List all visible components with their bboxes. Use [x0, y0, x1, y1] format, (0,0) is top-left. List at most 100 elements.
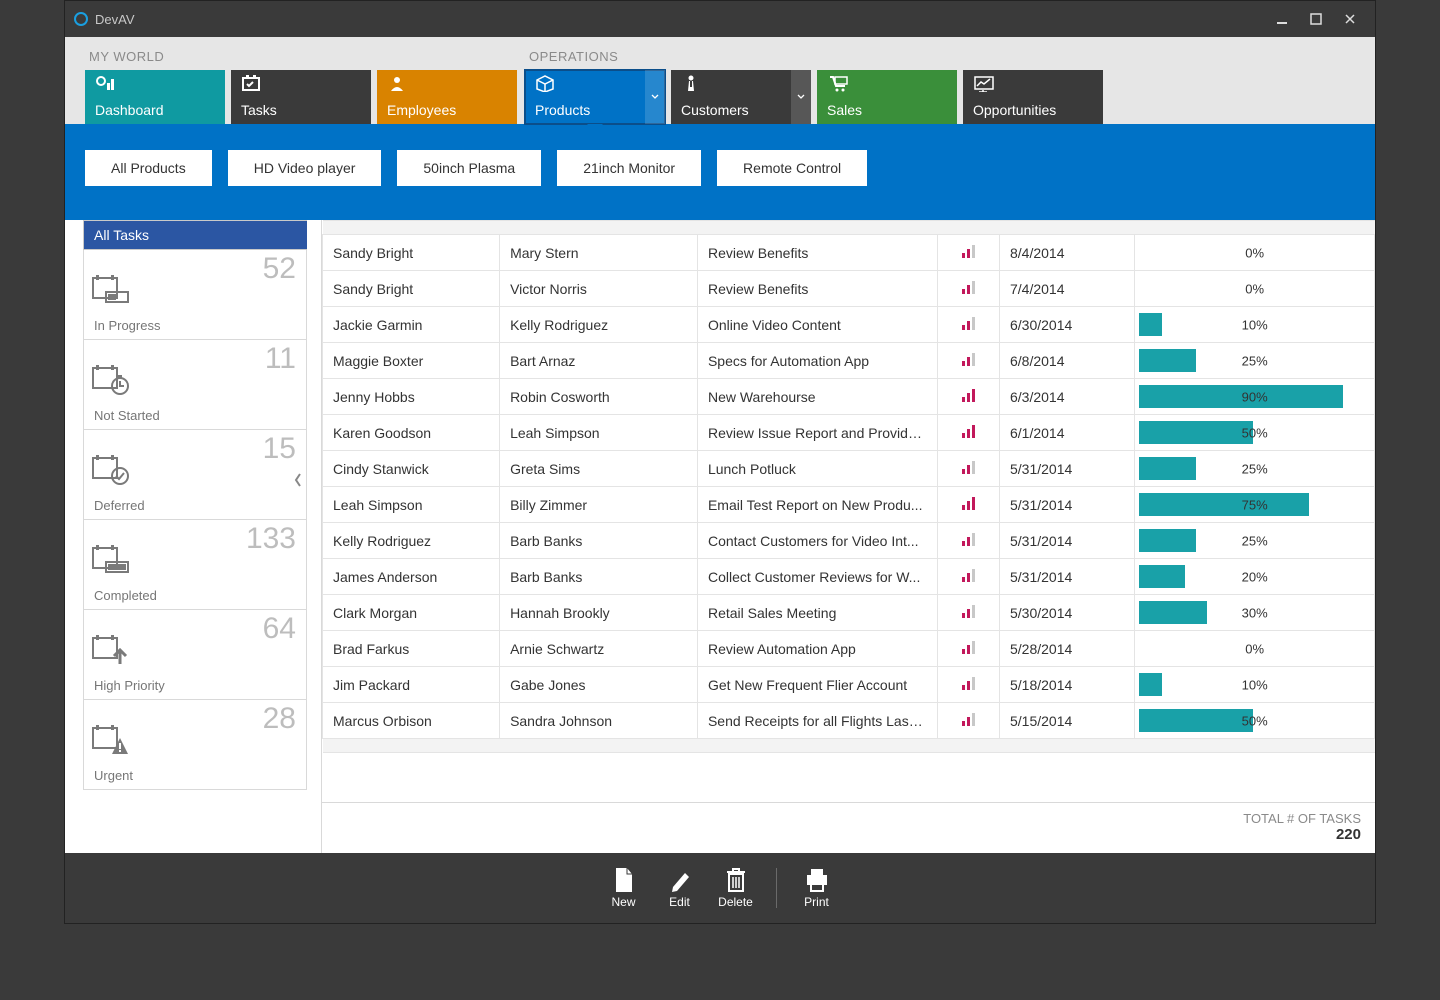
table-row[interactable]: James AndersonBarb BanksCollect Customer…	[323, 559, 1375, 595]
calendar-warning-icon	[92, 724, 130, 761]
bottombar-label: New	[611, 895, 635, 909]
cell-progress: 90%	[1135, 379, 1375, 415]
filter-hd-video-player[interactable]: HD Video player	[228, 150, 382, 186]
nav-tile-products[interactable]: Products	[525, 70, 665, 124]
print-button[interactable]: Print	[795, 867, 839, 909]
table-row[interactable]: Sandy BrightVictor NorrisReview Benefits…	[323, 271, 1375, 307]
table-row[interactable]: Clark MorganHannah BrooklyRetail Sales M…	[323, 595, 1375, 631]
nav-tile-opportunities[interactable]: Opportunities	[963, 70, 1103, 124]
stat-card-high-priority[interactable]: 64 High Priority	[83, 610, 307, 700]
cell-priority	[937, 235, 999, 271]
table-row[interactable]: Brad FarkusArnie SchwartzReview Automati…	[323, 631, 1375, 667]
stat-card-completed[interactable]: 133 Completed	[83, 520, 307, 610]
cell-assigned: Clark Morgan	[323, 595, 500, 631]
cell-assigned: Jenny Hobbs	[323, 379, 500, 415]
nav-tile-label: Employees	[387, 102, 507, 118]
nav-tile-sales[interactable]: Sales	[817, 70, 957, 124]
cell-priority	[937, 379, 999, 415]
cell-subject: Email Test Report on New Produ...	[697, 487, 937, 523]
cell-progress: 50%	[1135, 703, 1375, 739]
filter-all-products[interactable]: All Products	[85, 150, 212, 186]
cell-assigned: Kelly Rodriguez	[323, 523, 500, 559]
cell-progress: 25%	[1135, 523, 1375, 559]
table-row[interactable]: Sandy BrightMary SternReview Benefits8/4…	[323, 235, 1375, 271]
cell-subject: Retail Sales Meeting	[697, 595, 937, 631]
grid: Sandy BrightMary SternReview Benefits8/4…	[321, 220, 1375, 853]
nav-tile-label: Customers	[681, 102, 801, 118]
cell-assigned: Leah Simpson	[323, 487, 500, 523]
cell-progress: 25%	[1135, 451, 1375, 487]
table-row[interactable]: Jim PackardGabe JonesGet New Frequent Fl…	[323, 667, 1375, 703]
progress-percent: 10%	[1135, 317, 1374, 332]
stat-card-urgent[interactable]: 28 Urgent	[83, 700, 307, 790]
app-logo-icon	[73, 11, 89, 27]
sidebar-header[interactable]: All Tasks	[83, 220, 307, 250]
nav-tile-customers[interactable]: Customers	[671, 70, 811, 124]
progress-percent: 0%	[1135, 641, 1374, 656]
maximize-button[interactable]	[1299, 7, 1333, 31]
cell-owned: Mary Stern	[500, 235, 698, 271]
nav-tile-dropdown[interactable]	[791, 70, 811, 124]
nav-tile-dashboard[interactable]: Dashboard	[85, 70, 225, 124]
cell-date: 6/1/2014	[1000, 415, 1135, 451]
priority-bars-icon	[962, 712, 975, 726]
progress-percent: 75%	[1135, 497, 1374, 512]
progress-percent: 25%	[1135, 353, 1374, 368]
new-file-icon	[613, 867, 635, 893]
stat-card-deferred[interactable]: 15 Deferred	[83, 430, 307, 520]
cell-owned: Kelly Rodriguez	[500, 307, 698, 343]
calendar-progress-icon	[92, 274, 130, 311]
table-row[interactable]: Maggie BoxterBart ArnazSpecs for Automat…	[323, 343, 1375, 379]
table-row[interactable]: Kelly RodriguezBarb BanksContact Custome…	[323, 523, 1375, 559]
customers-icon	[681, 74, 801, 94]
stat-card-not-started[interactable]: 11 Not Started	[83, 340, 307, 430]
cell-progress: 75%	[1135, 487, 1375, 523]
pencil-icon	[669, 867, 691, 893]
nav-tile-label: Opportunities	[973, 102, 1093, 118]
cell-date: 5/18/2014	[1000, 667, 1135, 703]
cell-assigned: James Anderson	[323, 559, 500, 595]
table-row[interactable]: Leah SimpsonBilly ZimmerEmail Test Repor…	[323, 487, 1375, 523]
table-row[interactable]: Cindy StanwickGreta SimsLunch Potluck5/3…	[323, 451, 1375, 487]
cell-priority	[937, 307, 999, 343]
cell-priority	[937, 667, 999, 703]
filter-50inch-plasma[interactable]: 50inch Plasma	[397, 150, 541, 186]
table-row[interactable]: Jackie GarminKelly RodriguezOnline Video…	[323, 307, 1375, 343]
stat-label: In Progress	[94, 318, 160, 333]
cell-subject: Get New Frequent Flier Account	[697, 667, 937, 703]
cell-priority	[937, 343, 999, 379]
nav-tile-label: Tasks	[241, 102, 361, 118]
table-row[interactable]: Karen GoodsonLeah SimpsonReview Issue Re…	[323, 415, 1375, 451]
priority-bars-icon	[962, 388, 975, 402]
cell-owned: Bart Arnaz	[500, 343, 698, 379]
chevron-down-icon	[651, 94, 659, 100]
cell-priority	[937, 703, 999, 739]
edit-button[interactable]: Edit	[658, 867, 702, 909]
stat-value: 64	[263, 612, 296, 646]
progress-percent: 25%	[1135, 533, 1374, 548]
close-button[interactable]	[1333, 7, 1367, 31]
cell-owned: Leah Simpson	[500, 415, 698, 451]
table-row[interactable]: Marcus OrbisonSandra JohnsonSend Receipt…	[323, 703, 1375, 739]
opportunities-icon	[973, 74, 1093, 94]
progress-percent: 0%	[1135, 281, 1374, 296]
cell-assigned: Maggie Boxter	[323, 343, 500, 379]
filter-21inch-monitor[interactable]: 21inch Monitor	[557, 150, 701, 186]
delete-button[interactable]: Delete	[714, 867, 758, 909]
cell-date: 5/31/2014	[1000, 559, 1135, 595]
cell-owned: Arnie Schwartz	[500, 631, 698, 667]
cell-owned: Barb Banks	[500, 559, 698, 595]
new-button[interactable]: New	[602, 867, 646, 909]
table-row[interactable]: Jenny HobbsRobin CosworthNew Warehourse6…	[323, 379, 1375, 415]
priority-bars-icon	[962, 640, 975, 654]
filter-remote-control[interactable]: Remote Control	[717, 150, 867, 186]
sidebar-collapse-handle[interactable]	[289, 460, 307, 500]
nav-tile-tasks[interactable]: Tasks	[231, 70, 371, 124]
nav-tile-employees[interactable]: Employees	[377, 70, 517, 124]
minimize-button[interactable]	[1265, 7, 1299, 31]
printer-icon	[805, 867, 829, 893]
nav-tile-dropdown[interactable]	[645, 70, 665, 124]
sidebar: All Tasks 52 In Progress 11 Not Started	[83, 220, 307, 853]
cell-date: 5/30/2014	[1000, 595, 1135, 631]
stat-card-in-progress[interactable]: 52 In Progress	[83, 250, 307, 340]
